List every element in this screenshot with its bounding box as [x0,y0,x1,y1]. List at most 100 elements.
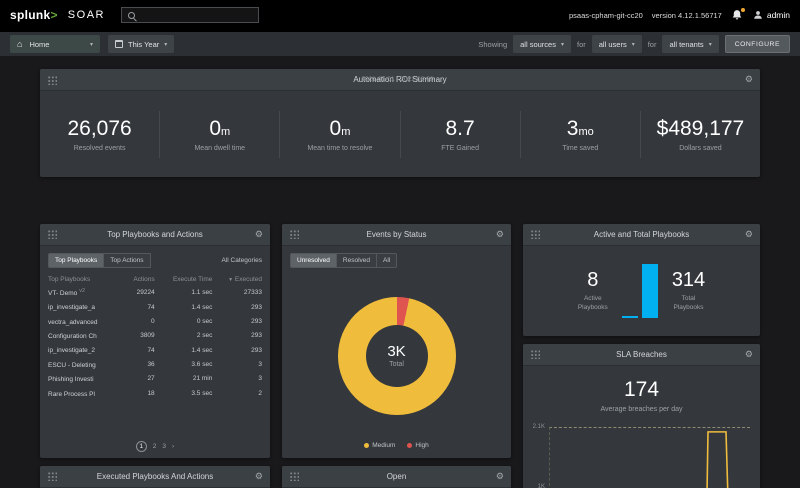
playbooks-bar-chart [622,264,658,318]
search-icon [127,11,136,20]
users-value: all users [599,40,627,49]
global-search[interactable] [121,7,259,23]
panel-title: SLA Breaches [523,350,760,359]
pagination: 1 2 3 › [40,438,270,458]
drag-handle-icon[interactable] [47,229,57,239]
gear-icon[interactable]: ⚙ [496,472,504,481]
active-playbooks-value: 8 [578,269,608,292]
home-label: Home [29,40,85,49]
bar-active [622,316,638,318]
donut-chart-area: 3K Total [282,270,511,442]
configure-button[interactable]: CONFIGURE [725,35,790,53]
tab-unresolved[interactable]: Unresolved [290,253,337,268]
table-row: ESCU - Deleting363.6 sec3 [48,357,262,371]
table-row: Rare Process Pl183.5 sec2 [48,386,262,400]
gear-icon[interactable]: ⚙ [255,472,263,481]
table-row: ip_investigate_2741.4 sec293 [48,343,262,357]
donut-total-label: Total [389,361,404,368]
chevron-down-icon: ▾ [90,41,93,48]
navbar: ⌂ Home ▾ This Year ▾ Showing all sources… [0,30,800,57]
calendar-icon [115,40,123,48]
sources-dropdown[interactable]: all sources ▾ [513,35,571,53]
stat-mean-dwell-time: 0m Mean dwell time [160,111,280,158]
total-playbooks-stat: 314 TotalPlaybooks [672,269,705,313]
events-tab-bar: Unresolved Resolved All [282,246,511,270]
donut-total-value: 3K [387,343,405,360]
gear-icon[interactable]: ⚙ [745,75,753,84]
table-row: Configuration Ch38092 sec293 [48,329,262,343]
tab-top-actions[interactable]: Top Actions [104,253,150,268]
stat-fte-gained: 8.7 FTE Gained [401,111,521,158]
panel-header: Top Playbooks and Actions ⚙ [40,224,270,246]
panel-sla-breaches: SLA Breaches ⚙ 174 Average breaches per … [523,344,760,488]
drag-handle-icon[interactable] [47,75,57,85]
date-range-label: 2021-01-01 - 2021-06-09 [361,76,433,83]
panel-executed-playbooks: Executed Playbooks And Actions ⚙ 28.5K 2… [40,466,270,488]
total-playbooks-value: 314 [672,269,705,292]
panel-header: Open ⚙ [282,466,511,488]
active-playbooks-stat: 8 ActivePlaybooks [578,269,608,313]
table-row: vectra_advanced00 sec293 [48,314,262,328]
column-center: Events by Status ⚙ Unresolved Resolved A… [282,224,511,488]
col-top-playbooks[interactable]: Top Playbooks [48,274,123,286]
panel-title: Open [282,472,511,481]
sla-y-axis: 2.1K 1K [529,427,549,488]
drag-handle-icon[interactable] [530,349,540,359]
sort-desc-icon: ▼ [228,277,233,283]
chevron-down-icon: ▾ [164,41,167,48]
active-total-body: 8 ActivePlaybooks 314 TotalPlaybooks [523,246,760,336]
legend-dot-medium [364,443,369,448]
panel-title: Active and Total Playbooks [523,230,760,239]
legend-high[interactable]: High [407,442,428,449]
legend-medium[interactable]: Medium [364,442,395,449]
legend-dot-high [407,443,412,448]
gear-icon[interactable]: ⚙ [496,230,504,239]
gear-icon[interactable]: ⚙ [745,230,753,239]
panel-header: Active and Total Playbooks ⚙ [523,224,760,246]
drag-handle-icon[interactable] [289,229,299,239]
for-label: for [577,40,586,49]
drag-handle-icon[interactable] [47,471,57,481]
sla-chart-area: 2.1K 1K [523,413,760,488]
for-label: for [648,40,657,49]
time-range-dropdown[interactable]: This Year ▾ [108,35,174,53]
tab-resolved[interactable]: Resolved [337,253,377,268]
gear-icon[interactable]: ⚙ [255,230,263,239]
tab-top-playbooks[interactable]: Top Playbooks [48,253,104,268]
col-execute-time[interactable]: Execute Time [155,274,213,286]
tab-all[interactable]: All [377,253,397,268]
filters-bar: Showing all sources ▾ for all users ▾ fo… [478,35,790,53]
next-page-icon[interactable]: › [172,443,174,450]
home-dropdown[interactable]: ⌂ Home ▾ [10,35,100,53]
topbar: splunk> SOAR psaas-cpham-git-cc20 versio… [0,0,800,30]
users-dropdown[interactable]: all users ▾ [592,35,642,53]
showing-label: Showing [478,40,507,49]
gear-icon[interactable]: ⚙ [745,350,753,359]
sla-breaches-label: Average breaches per day [601,406,683,413]
notifications-bell-icon[interactable] [731,9,744,22]
events-donut-chart[interactable]: 3K Total [338,297,456,415]
stat-resolved-events: 26,076 Resolved events [40,111,160,158]
playbooks-tab-bar: Top Playbooks Top Actions All Categories [40,246,270,272]
tenants-value: all tenants [669,40,703,49]
stat-mean-time-to-resolve: 0m Mean time to resolve [280,111,400,158]
chevron-down-icon: ▾ [561,41,564,48]
page-1[interactable]: 1 [136,441,147,452]
user-menu[interactable]: admin [753,10,790,20]
home-icon: ⌂ [17,40,22,49]
donut-legend: Medium High [282,442,511,458]
panel-header: Events by Status ⚙ [282,224,511,246]
page-2[interactable]: 2 [153,443,157,450]
drag-handle-icon[interactable] [530,229,540,239]
search-input[interactable] [141,11,253,20]
page-3[interactable]: 3 [162,443,166,450]
topbar-right: psaas-cpham-git-cc20 version 4.12.1.5671… [569,9,790,22]
col-actions[interactable]: Actions [123,274,154,286]
col-executed[interactable]: ▼ Executed [212,274,262,286]
dashboard-content: Automation ROI Summary 2021-01-01 - 2021… [0,57,800,488]
drag-handle-icon[interactable] [289,471,299,481]
panel-top-playbooks-and-actions: Top Playbooks and Actions ⚙ Top Playbook… [40,224,270,458]
category-filter[interactable]: All Categories [222,257,262,264]
tenants-dropdown[interactable]: all tenants ▾ [662,35,718,53]
column-left: Top Playbooks and Actions ⚙ Top Playbook… [40,224,270,488]
